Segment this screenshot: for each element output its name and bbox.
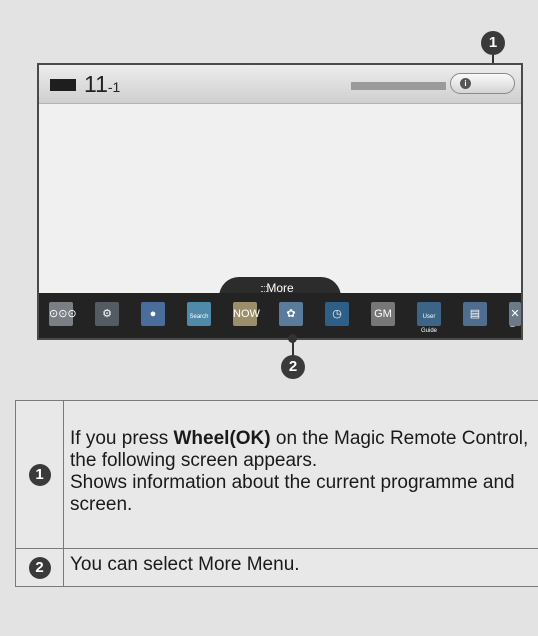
- callout-2-leader-line: [292, 340, 294, 356]
- row-2-text: You can select More Menu.: [70, 554, 300, 576]
- clock-glyph: ◷: [332, 308, 342, 320]
- internet-globe-glyph: ●: [149, 308, 157, 320]
- table-number-cell: 1: [15, 400, 64, 549]
- picture-settings-glyph: ▤: [469, 308, 481, 320]
- number-badge: 2: [28, 556, 51, 579]
- now-and-hot-icon[interactable]: NOW: [233, 302, 260, 326]
- callout-number-2: 2: [281, 355, 305, 379]
- input-devices-icon[interactable]: ⊙⊙⊙: [49, 302, 77, 326]
- channel-main-number: 11: [84, 71, 108, 97]
- table-row: 2 You can select More Menu.: [15, 547, 538, 588]
- game-glyph: GM: [374, 308, 392, 320]
- search-icon[interactable]: Search: [187, 302, 211, 326]
- row-1-text-start: If you press: [70, 428, 174, 450]
- now-and-hot-glyph: NOW: [233, 308, 260, 320]
- user-guide-icon[interactable]: User Guide: [417, 302, 441, 334]
- row-1-second-sentence: Shows information about the current prog…: [70, 472, 515, 516]
- table-row: 1 If you press Wheel(OK) on the Magic Re…: [15, 400, 538, 549]
- search-glyph: Search: [189, 314, 209, 320]
- channel-number: 11-1: [84, 71, 120, 98]
- settings-gear-glyph: ⚙: [102, 308, 112, 320]
- game-icon[interactable]: GM: [371, 302, 395, 326]
- settings-gear-icon[interactable]: ⚙: [95, 302, 119, 326]
- programme-info-bar: 11-1 i: [39, 65, 521, 104]
- more-menu-bar: ❯ ⊙⊙⊙⚙●SearchNOW✿◷GMUser Guide▤✕: [39, 293, 524, 338]
- number-badge: 1: [28, 463, 51, 486]
- user-guide-glyph: User Guide: [420, 314, 437, 334]
- manual-page: 1 11-1 i More ❯ ⊙⊙⊙⚙●SearchNOW✿◷GMUser G…: [0, 0, 538, 636]
- connections-icon[interactable]: ✿: [279, 302, 303, 326]
- info-icon: i: [460, 78, 471, 89]
- more-app-glyph: ✕: [510, 308, 520, 320]
- table-description-cell: If you press Wheel(OK) on the Magic Remo…: [63, 400, 538, 549]
- table-description-cell: You can select More Menu.: [63, 547, 538, 588]
- clock-icon[interactable]: ◷: [325, 302, 349, 326]
- tv-screen-illustration: 11-1 i More ❯ ⊙⊙⊙⚙●SearchNOW✿◷GMUser Gui…: [37, 63, 524, 340]
- more-app-icon[interactable]: ✕: [509, 302, 521, 326]
- picture-settings-icon[interactable]: ▤: [463, 302, 487, 326]
- callout-number-1: 1: [481, 31, 505, 55]
- info-button[interactable]: i: [450, 73, 515, 94]
- programme-progress-bar: [351, 82, 446, 90]
- description-table: 1 If you press Wheel(OK) on the Magic Re…: [15, 400, 538, 588]
- internet-globe-icon[interactable]: ●: [141, 302, 165, 326]
- input-devices-glyph: ⊙⊙⊙: [49, 308, 77, 320]
- channel-sub-number: -1: [107, 79, 121, 95]
- connections-glyph: ✿: [286, 308, 296, 320]
- row-1-bold-text: Wheel(OK): [173, 428, 271, 450]
- table-number-cell: 2: [15, 547, 64, 588]
- channel-type-icon: [50, 79, 76, 91]
